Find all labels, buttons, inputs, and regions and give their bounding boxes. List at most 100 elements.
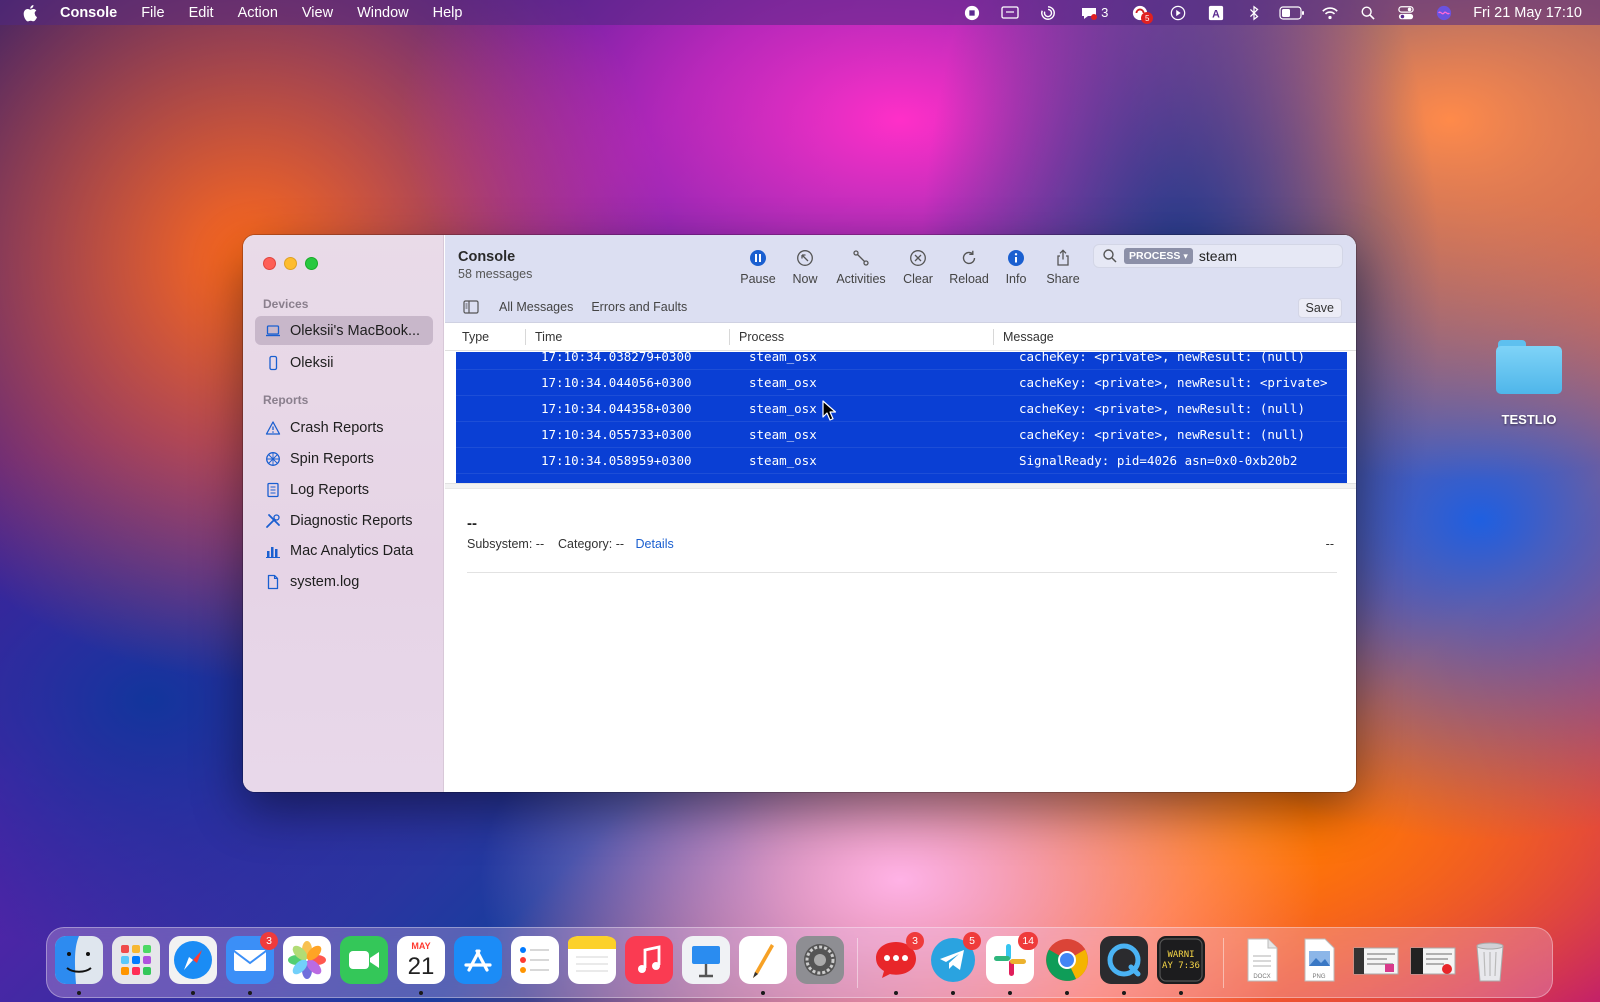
apple-menu-icon[interactable]	[20, 2, 42, 24]
log-table-body[interactable]: 17:10:34.038279+0300 steam_osx cacheKey:…	[456, 352, 1347, 483]
input-source-icon[interactable]: A	[1197, 0, 1235, 25]
search-token-process[interactable]: PROCESS ▾	[1124, 248, 1193, 264]
row-message: cacheKey: <private>, newResult: (null)	[1019, 401, 1305, 416]
detail-meta: Subsystem: -- Category: -- Details	[467, 537, 674, 551]
notification-app-icon[interactable]: 5	[1121, 0, 1159, 25]
dock-finder[interactable]	[55, 936, 103, 984]
sidebar-item-oleksii[interactable]: Oleksii	[255, 348, 433, 377]
sidebar-item-macbook[interactable]: Oleksii's MacBook...	[255, 316, 433, 345]
dock-png-file[interactable]: PNG	[1295, 936, 1343, 984]
play-circle-icon[interactable]	[1159, 0, 1197, 25]
dock-telegram[interactable]: 5	[929, 932, 981, 984]
table-header: Type Time Process Message	[445, 323, 1356, 351]
split-divider[interactable]	[445, 483, 1356, 489]
menubar-clock[interactable]: Fri 21 May 17:10	[1473, 5, 1582, 21]
tab-errors-and-faults[interactable]: Errors and Faults	[591, 300, 687, 314]
dock-music[interactable]	[625, 936, 673, 984]
facetime-icon	[340, 936, 388, 984]
column-process[interactable]: Process	[739, 330, 784, 344]
desktop-folder-testlio[interactable]: TESTLIO	[1492, 340, 1566, 427]
dock-trash[interactable]	[1466, 936, 1514, 984]
tab-all-messages[interactable]: All Messages	[499, 300, 573, 314]
minimize-window-button[interactable]	[284, 257, 297, 270]
column-time[interactable]: Time	[535, 330, 562, 344]
control-center-icon[interactable]	[1387, 0, 1425, 25]
music-icon	[625, 936, 673, 984]
sidebar-item-diagnostic-reports[interactable]: Diagnostic Reports	[255, 506, 433, 535]
dock-facetime[interactable]	[340, 936, 388, 984]
dock-slack[interactable]: 14	[986, 932, 1038, 984]
menu-edit[interactable]: Edit	[177, 5, 226, 21]
menu-help[interactable]: Help	[421, 5, 475, 21]
save-search-button[interactable]: Save	[1297, 298, 1342, 318]
activities-button[interactable]: Activities	[831, 247, 891, 286]
dock-console[interactable]: WARNI AY 7:36	[1157, 936, 1205, 984]
window-title: Console	[458, 249, 516, 265]
dock-docx-file[interactable]: DOCX	[1238, 936, 1286, 984]
sidebar-item-log-reports[interactable]: Log Reports	[255, 475, 433, 504]
dock-keynote[interactable]	[682, 936, 730, 984]
dock-safari[interactable]	[169, 936, 217, 984]
row-time: 17:10:34.038279+0300	[541, 352, 692, 364]
menu-app-console[interactable]: Console	[42, 5, 129, 21]
dock-reminders[interactable]	[511, 936, 559, 984]
zoom-window-button[interactable]	[305, 257, 318, 270]
dock-calendar[interactable]: MAY 21	[397, 936, 445, 984]
dock-screenshot-1[interactable]	[1352, 936, 1400, 984]
table-row[interactable]: 17:10:34.038279+0300 steam_osx cacheKey:…	[456, 352, 1347, 370]
calendar-icon: MAY 21	[397, 936, 445, 984]
search-field[interactable]: PROCESS ▾ steam	[1093, 244, 1343, 268]
dock-chrome[interactable]	[1043, 936, 1091, 984]
dock-notes[interactable]	[568, 936, 616, 984]
dock-chat-app[interactable]: 3	[872, 932, 924, 984]
menu-window[interactable]: Window	[345, 5, 421, 21]
row-time: 17:10:34.055733+0300	[541, 427, 692, 442]
bluetooth-icon[interactable]	[1235, 0, 1273, 25]
sidebar-item-label: system.log	[290, 573, 360, 590]
console-icon: WARNIAY 7:36	[1157, 936, 1205, 984]
dock-system-preferences[interactable]	[796, 936, 844, 984]
display-mirror-icon[interactable]	[991, 0, 1029, 25]
menu-view[interactable]: View	[290, 5, 345, 21]
column-type[interactable]: Type	[462, 330, 489, 344]
dock-mail[interactable]: 3	[226, 932, 278, 984]
appstore-icon	[454, 936, 502, 984]
row-process: steam_osx	[749, 375, 817, 390]
activity-swirl-icon[interactable]	[1029, 0, 1067, 25]
battery-icon[interactable]	[1273, 0, 1311, 25]
sidebar-item-system-log[interactable]: system.log	[255, 567, 433, 596]
table-row[interactable]: 17:10:34.044056+0300 steam_osx cacheKey:…	[456, 370, 1347, 396]
wifi-icon[interactable]	[1311, 0, 1349, 25]
dock-photos[interactable]	[283, 936, 331, 984]
table-row[interactable]: 17:10:34.058959+0300 steam_osx SignalRea…	[456, 448, 1347, 474]
share-button[interactable]: Share	[1033, 247, 1093, 286]
dock-pages[interactable]	[739, 936, 787, 984]
siri-icon[interactable]	[1425, 0, 1463, 25]
sidebar-item-spin-reports[interactable]: Spin Reports	[255, 444, 433, 473]
dock-quicktime[interactable]	[1100, 936, 1148, 984]
detail-divider	[467, 572, 1337, 573]
sidebar-toggle-icon[interactable]	[463, 300, 479, 314]
spinner-icon	[265, 451, 281, 467]
menu-file[interactable]: File	[129, 5, 176, 21]
search-input[interactable]: steam	[1199, 248, 1237, 264]
menu-action[interactable]: Action	[226, 5, 290, 21]
table-row[interactable]: 17:10:34.044358+0300 steam_osx cacheKey:…	[456, 396, 1347, 422]
png-file-icon: PNG	[1304, 938, 1335, 982]
finder-icon	[55, 936, 103, 984]
console-icon-text-1: WARNI	[1167, 950, 1194, 960]
now-button[interactable]: Now	[775, 247, 835, 286]
table-row[interactable]: 17:10:34.055733+0300 steam_osx cacheKey:…	[456, 422, 1347, 448]
sidebar-item-crash-reports[interactable]: Crash Reports	[255, 413, 433, 442]
spotlight-search-icon[interactable]	[1349, 0, 1387, 25]
screen-record-stop-icon[interactable]	[953, 0, 991, 25]
column-message[interactable]: Message	[1003, 330, 1054, 344]
dock-launchpad[interactable]	[112, 936, 160, 984]
chat-status-icon[interactable]: 3	[1067, 0, 1121, 25]
dock-app-store[interactable]	[454, 936, 502, 984]
document-icon	[265, 574, 281, 590]
dock-screenshot-2[interactable]	[1409, 936, 1457, 984]
details-link[interactable]: Details	[636, 537, 674, 551]
close-window-button[interactable]	[263, 257, 276, 270]
sidebar-item-mac-analytics-data[interactable]: Mac Analytics Data	[255, 536, 433, 565]
